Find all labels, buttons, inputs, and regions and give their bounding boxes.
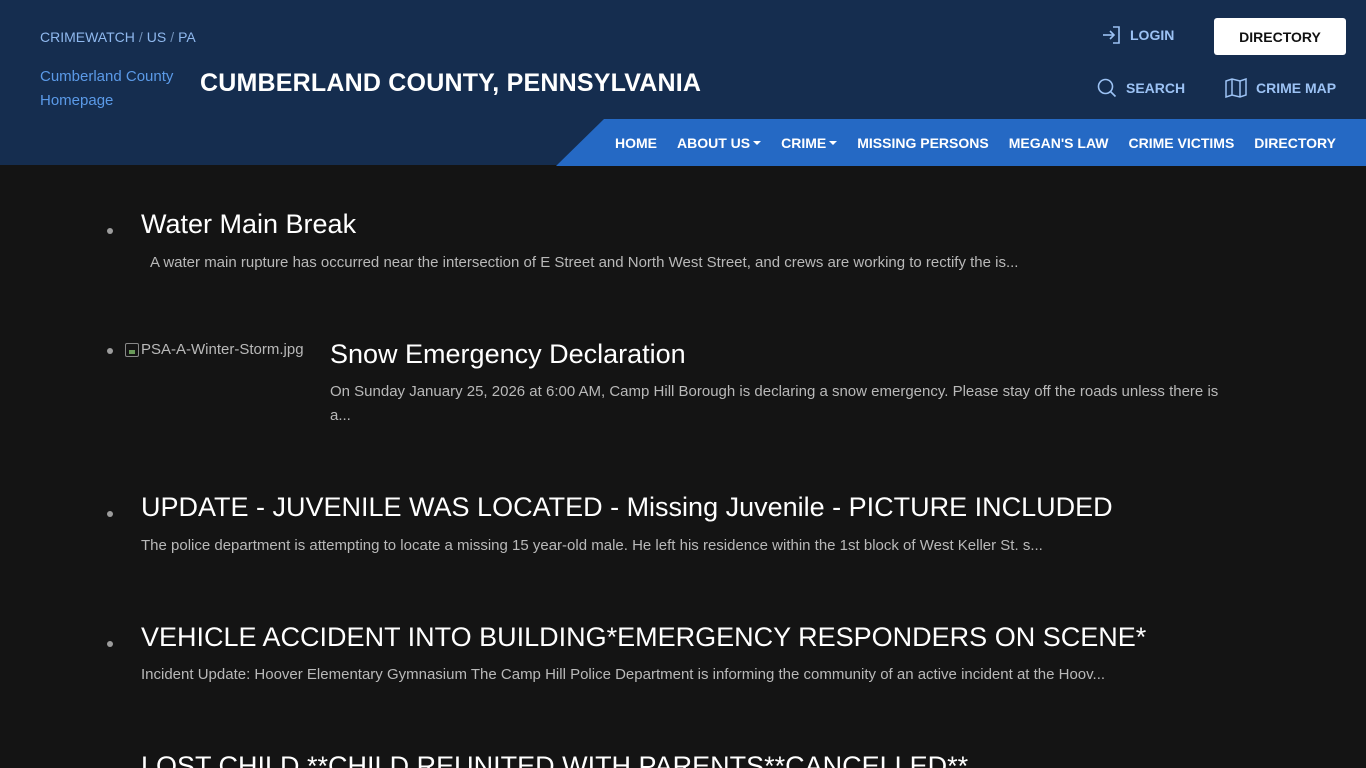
post-title[interactable]: VEHICLE ACCIDENT INTO BUILDING*EMERGENCY… bbox=[141, 622, 1146, 653]
nav-crime-victims[interactable]: CRIME VICTIMS bbox=[1129, 135, 1235, 151]
post-excerpt: A water main rupture has occurred near t… bbox=[150, 254, 1019, 271]
broken-image-icon bbox=[125, 342, 139, 357]
nav-crime[interactable]: CRIME bbox=[781, 134, 838, 151]
breadcrumb: CRIMEWATCH / US / PA bbox=[40, 29, 196, 45]
nav-crime-victims-label: CRIME VICTIMS bbox=[1128, 134, 1235, 151]
post-title[interactable]: Water Main Break bbox=[141, 209, 356, 240]
county-logo-link[interactable]: Cumberland County Homepage bbox=[40, 65, 190, 113]
post-thumbnail[interactable]: PSA-A-Winter-Storm.jpg bbox=[125, 341, 304, 358]
list-bullet bbox=[107, 511, 113, 517]
nav-home[interactable]: HOME bbox=[615, 135, 657, 151]
crime-map-label: CRIME MAP bbox=[1256, 80, 1337, 96]
search-link[interactable]: SEARCH bbox=[1097, 78, 1185, 98]
nav-directory-label: DIRECTORY bbox=[1254, 134, 1336, 151]
nav-about-us-label: ABOUT US bbox=[677, 134, 751, 151]
login-label: LOGIN bbox=[1130, 27, 1175, 43]
post-thumbnail-alt: PSA-A-Winter-Storm.jpg bbox=[141, 341, 304, 358]
nav-directory[interactable]: DIRECTORY bbox=[1254, 135, 1336, 151]
caret-down-icon bbox=[829, 140, 838, 145]
nav-about-us[interactable]: ABOUT US bbox=[677, 134, 762, 151]
nav-missing-persons-label: MISSING PERSONS bbox=[857, 134, 989, 151]
login-link[interactable]: LOGIN bbox=[1102, 26, 1174, 44]
site-title[interactable]: CUMBERLAND COUNTY, PENNSYLVANIA bbox=[200, 69, 701, 98]
post-excerpt: Incident Update: Hoover Elementary Gymna… bbox=[141, 666, 1106, 683]
post-title[interactable]: Snow Emergency Declaration bbox=[330, 339, 686, 370]
crime-map-link[interactable]: CRIME MAP bbox=[1225, 78, 1336, 98]
login-icon bbox=[1103, 26, 1120, 44]
nav-megans-law-label: MEGAN'S LAW bbox=[1008, 134, 1109, 151]
nav-megans-law[interactable]: MEGAN'S LAW bbox=[1009, 135, 1109, 151]
breadcrumb-pa[interactable]: PA bbox=[178, 29, 196, 45]
list-bullet bbox=[107, 228, 113, 234]
nav-missing-persons[interactable]: MISSING PERSONS bbox=[857, 135, 988, 151]
nav-home-label: HOME bbox=[615, 134, 657, 151]
directory-button[interactable]: DIRECTORY bbox=[1214, 18, 1346, 55]
breadcrumb-us[interactable]: US bbox=[147, 29, 166, 45]
search-label: SEARCH bbox=[1126, 80, 1186, 96]
post-excerpt: The police department is attempting to l… bbox=[141, 537, 1043, 554]
post-excerpt: On Sunday January 25, 2026 at 6:00 AM, C… bbox=[330, 383, 1219, 424]
map-icon bbox=[1225, 78, 1247, 98]
caret-down-icon bbox=[753, 140, 762, 145]
list-bullet bbox=[107, 641, 113, 647]
search-icon bbox=[1097, 78, 1117, 98]
breadcrumb-crimewatch[interactable]: CRIMEWATCH bbox=[40, 29, 135, 45]
nav-crime-label: CRIME bbox=[781, 134, 827, 151]
list-bullet bbox=[107, 348, 113, 354]
main-nav: HOME ABOUT US CRIME MISSING PERSONS MEGA… bbox=[615, 119, 1356, 166]
post-title[interactable]: UPDATE - JUVENILE WAS LOCATED - Missing … bbox=[141, 492, 1113, 523]
post-title[interactable]: LOST CHILD **CHILD REUNITED WITH PARENTS… bbox=[141, 751, 968, 768]
